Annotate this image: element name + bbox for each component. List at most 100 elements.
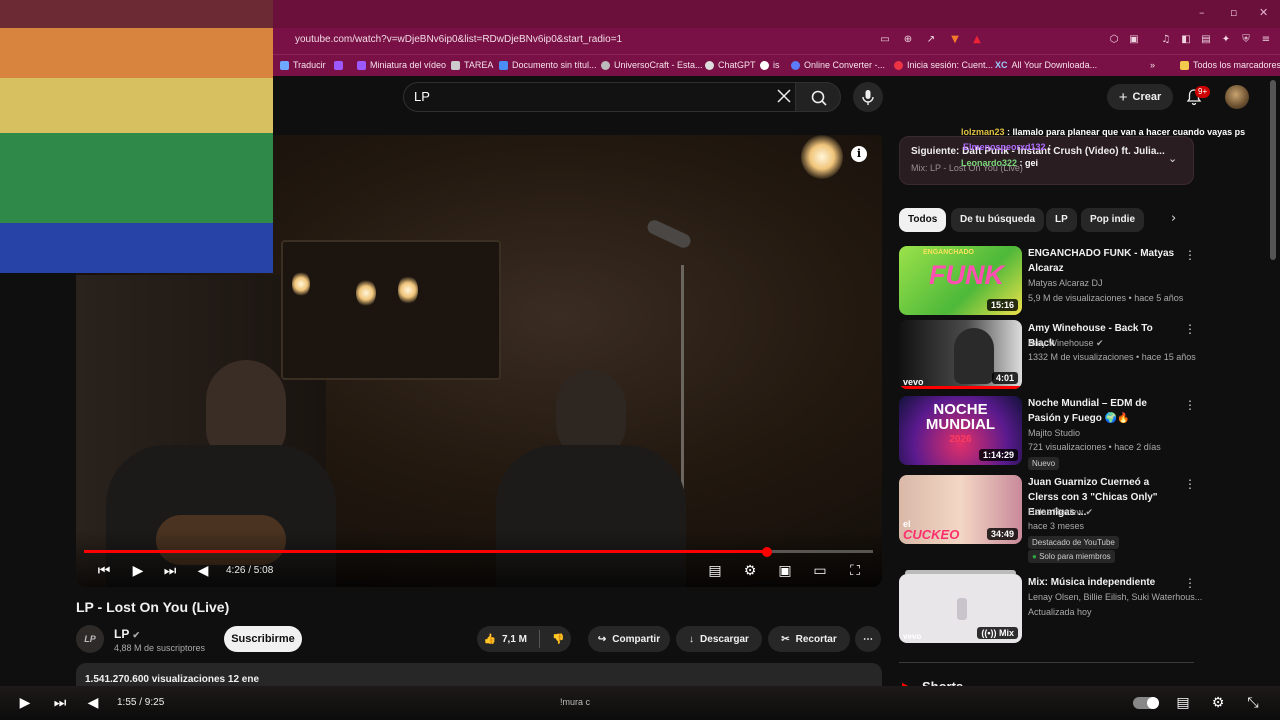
create-button[interactable]: + Crear: [1107, 84, 1173, 110]
video-thumbnail[interactable]: vevo ((•)) Mix: [899, 574, 1022, 643]
rec-channel[interactable]: Majito Studio: [1028, 428, 1080, 438]
cast-icon[interactable]: ▭: [878, 33, 892, 47]
volume-icon[interactable]: ◀: [194, 562, 212, 580]
play-icon[interactable]: ▶: [129, 562, 147, 580]
maximize-icon[interactable]: ▫: [1230, 6, 1237, 19]
bookmark-item[interactable]: is: [760, 58, 780, 72]
rec-more-icon[interactable]: ⋮: [1184, 248, 1196, 262]
converter-icon: [791, 60, 800, 70]
bookmark-item[interactable]: [334, 58, 343, 72]
extensions-icon[interactable]: ⬡: [1107, 33, 1121, 47]
rec-more-icon[interactable]: ⋮: [1184, 477, 1196, 491]
more-actions-button[interactable]: ⋯: [855, 626, 881, 652]
info-icon[interactable]: i: [851, 146, 867, 162]
search-input[interactable]: LP: [414, 89, 430, 104]
vpn-icon[interactable]: ⛨: [1239, 33, 1253, 47]
search-box[interactable]: [403, 82, 795, 112]
twitch-icon: [357, 60, 366, 70]
theater-mode-icon[interactable]: ▭: [811, 562, 829, 580]
rec-title[interactable]: Mix: Música independiente: [1028, 575, 1178, 590]
share-page-icon[interactable]: ↗: [924, 33, 938, 47]
rec-channel[interactable]: Lenay Olsen, Billie Eilish, Suki Waterho…: [1028, 592, 1202, 602]
rec-title[interactable]: Noche Mundial – EDM de Pasión y Fuego 🌍🔥: [1028, 396, 1178, 426]
all-bookmarks-folder[interactable]: Todos los marcadores: [1180, 58, 1280, 72]
rec-more-icon[interactable]: ⋮: [1184, 398, 1196, 412]
channel-avatar[interactable]: LP: [76, 625, 104, 653]
clip-button[interactable]: ✂ Recortar: [768, 626, 850, 652]
chip-todos[interactable]: Todos: [899, 208, 947, 232]
volume-icon[interactable]: ◀: [84, 694, 102, 712]
bookmark-item[interactable]: ChatGPT: [705, 58, 756, 72]
like-button[interactable]: 👍 7,1 M: [484, 634, 527, 645]
brave-shield-icon[interactable]: ▼: [948, 33, 962, 47]
play-icon[interactable]: ▶: [16, 694, 34, 712]
bookmark-item[interactable]: Miniatura del vídeo: [357, 58, 446, 72]
fullscreen-icon[interactable]: ⛶: [846, 562, 864, 580]
rewards-icon[interactable]: ▲: [970, 33, 984, 47]
chip-lp[interactable]: LP: [1046, 208, 1077, 232]
subtitles-icon[interactable]: ▤: [706, 562, 724, 580]
plus-icon: +: [1118, 88, 1128, 106]
close-window-icon[interactable]: ✕: [1259, 6, 1268, 19]
previous-icon[interactable]: ⏮: [95, 562, 113, 580]
rec-channel[interactable]: Amy Winehouse ✔: [1028, 338, 1104, 349]
wallet-icon[interactable]: ▤: [1199, 33, 1213, 47]
chevron-right-icon[interactable]: ›: [1171, 211, 1176, 226]
sidebar-icon[interactable]: ◧: [1179, 33, 1193, 47]
bookmark-item[interactable]: TAREA: [451, 58, 493, 72]
minimize-icon[interactable]: –: [1199, 6, 1205, 19]
exit-fullscreen-icon[interactable]: ⤡: [1244, 694, 1262, 712]
video-scrubber-handle[interactable]: [762, 547, 772, 557]
bookmark-item[interactable]: Documento sin títul...: [499, 58, 597, 72]
rec-channel[interactable]: Matyas Alcaraz DJ: [1028, 278, 1103, 288]
zoom-icon[interactable]: ⊕: [901, 33, 915, 47]
bookmark-item[interactable]: UniversoCraft - Esta...: [601, 58, 703, 72]
school-icon: [451, 60, 460, 70]
docs-icon: [499, 60, 508, 70]
members-only-badge: ● Solo para miembros: [1028, 550, 1115, 563]
video-thumbnail[interactable]: ENGANCHADO FUNK 15:16: [899, 246, 1022, 315]
bookmarks-overflow[interactable]: »: [1150, 58, 1155, 72]
media-icon[interactable]: ♫: [1159, 33, 1173, 47]
next-icon[interactable]: ⏭: [51, 694, 69, 712]
leo-icon[interactable]: ✦: [1219, 33, 1233, 47]
voice-search-button[interactable]: [853, 82, 883, 112]
next-icon[interactable]: ⏭: [161, 562, 179, 580]
user-avatar[interactable]: [1225, 85, 1249, 109]
share-button[interactable]: ↪ Compartir: [588, 626, 670, 652]
subtitles-icon[interactable]: ▤: [1174, 694, 1192, 712]
rec-channel[interactable]: Dalas Review ✔: [1028, 507, 1093, 518]
clear-search-icon[interactable]: [776, 88, 792, 104]
rec-more-icon[interactable]: ⋮: [1184, 576, 1196, 590]
screenshot-icon[interactable]: ▣: [1127, 33, 1141, 47]
video-thumbnail[interactable]: el CUCKEO 34:49: [899, 475, 1022, 544]
settings-gear-icon[interactable]: ⚙: [1209, 694, 1227, 712]
menu-icon[interactable]: ≡: [1259, 33, 1273, 47]
twitch-icon: [334, 60, 343, 70]
scrollbar[interactable]: [1270, 80, 1276, 260]
chip-pop-indie[interactable]: Pop indie: [1081, 208, 1144, 232]
miniplayer-icon[interactable]: ▣: [776, 562, 794, 580]
dislike-button[interactable]: 👎: [552, 634, 564, 645]
bookmark-item[interactable]: Traducir: [280, 58, 326, 72]
subscriber-count: 4,88 M de suscriptores: [114, 643, 206, 653]
channel-name[interactable]: LP ✔: [114, 627, 140, 641]
download-button[interactable]: ↓ Descargar: [676, 626, 762, 652]
thumb-text: FUNK: [929, 260, 1004, 290]
chevron-down-icon[interactable]: ⌄: [1168, 152, 1177, 165]
thumb-text: CUCKEO: [903, 527, 960, 542]
video-thumbnail[interactable]: vevo 4:01: [899, 320, 1022, 389]
url-text[interactable]: youtube.com/watch?v=wDjeBNv6ip0&list=RDw…: [295, 34, 622, 45]
rec-title[interactable]: ENGANCHADO FUNK - Matyas Alcaraz: [1028, 246, 1178, 276]
bookmark-item[interactable]: Inicia sesión: Cuent...: [894, 58, 993, 72]
video-thumbnail[interactable]: NOCHE MUNDIAL 2026 1:14:29: [899, 396, 1022, 465]
subscribe-button[interactable]: Suscribirme: [224, 626, 302, 652]
settings-gear-icon[interactable]: ⚙: [741, 562, 759, 580]
autoplay-toggle[interactable]: [1133, 697, 1159, 709]
chip-de-tu-busqueda[interactable]: De tu búsqueda: [951, 208, 1045, 232]
search-button[interactable]: [795, 82, 841, 112]
rec-more-icon[interactable]: ⋮: [1184, 322, 1196, 336]
bookmark-item[interactable]: Online Converter -...: [791, 58, 885, 72]
bookmark-item[interactable]: XC All Your Downloada...: [995, 58, 1097, 72]
chat-message: lolzman23 : llamalo para planear que van…: [961, 127, 1246, 137]
